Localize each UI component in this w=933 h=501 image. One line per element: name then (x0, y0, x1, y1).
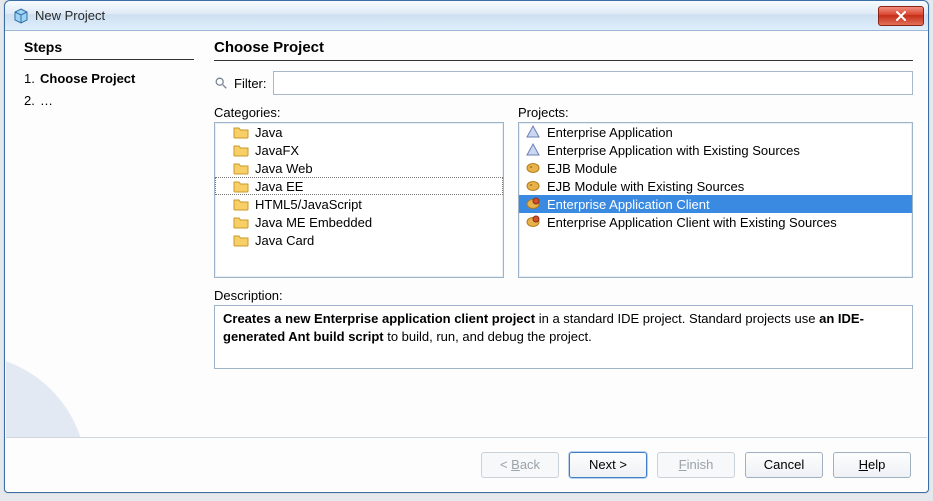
categories-listbox[interactable]: Java JavaFX Java Web Java EE HTML5/JavaScrip… (214, 122, 504, 278)
description-label: Description: (214, 288, 913, 303)
close-button[interactable] (878, 6, 924, 26)
category-label: Java Card (255, 233, 314, 248)
category-label: Java (255, 125, 282, 140)
category-item[interactable]: HTML5/JavaScript (215, 195, 503, 213)
steps-heading: Steps (24, 39, 194, 60)
button-bar: < Back Next > Finish Cancel Help (6, 437, 927, 491)
category-label: Java ME Embedded (255, 215, 372, 230)
project-label: Enterprise Application (547, 125, 673, 140)
folder-icon (233, 142, 249, 158)
description-box[interactable]: Creates a new Enterprise application cli… (214, 305, 913, 369)
enterprise-app-icon (525, 124, 541, 140)
help-button[interactable]: Help (833, 452, 911, 478)
project-label: EJB Module (547, 161, 617, 176)
project-item[interactable]: Enterprise Application Client (519, 195, 912, 213)
app-client-icon (525, 196, 541, 212)
project-label: Enterprise Application Client (547, 197, 710, 212)
steps-list: 1.Choose Project2.… (24, 68, 194, 112)
category-item[interactable]: JavaFX (215, 141, 503, 159)
main-panel: Choose Project Filter: Categories: JavaJ… (206, 31, 927, 437)
steps-panel: Steps 1.Choose Project2.… (6, 31, 206, 437)
filter-row: Filter: (214, 71, 913, 95)
titlebar[interactable]: New Project (5, 1, 928, 31)
category-item[interactable]: Java Card (215, 231, 503, 249)
category-label: JavaFX (255, 143, 299, 158)
close-icon (895, 10, 907, 22)
ejb-icon (525, 160, 541, 176)
category-label: Java EE (255, 179, 303, 194)
next-button[interactable]: Next > (569, 452, 647, 478)
app-cube-icon (13, 8, 29, 24)
project-label: EJB Module with Existing Sources (547, 179, 744, 194)
back-button: < Back (481, 452, 559, 478)
categories-label: Categories: (214, 105, 504, 120)
ejb-icon (525, 178, 541, 194)
project-item[interactable]: EJB Module (519, 159, 912, 177)
category-label: HTML5/JavaScript (255, 197, 362, 212)
project-item[interactable]: Enterprise Application with Existing Sou… (519, 141, 912, 159)
folder-icon (233, 160, 249, 176)
project-label: Enterprise Application Client with Exist… (547, 215, 837, 230)
app-client-icon (525, 214, 541, 230)
main-heading: Choose Project (214, 39, 913, 61)
category-item[interactable]: Java ME Embedded (215, 213, 503, 231)
folder-icon (233, 232, 249, 248)
folder-icon (233, 196, 249, 212)
projects-listbox[interactable]: Enterprise Application Enterprise Applica… (518, 122, 913, 278)
dialog-window: New Project Steps 1.Choose Project2.… Ch… (4, 0, 929, 493)
step-item: 1.Choose Project (24, 68, 194, 90)
folder-icon (233, 178, 249, 194)
project-item[interactable]: Enterprise Application (519, 123, 912, 141)
filter-input[interactable] (273, 71, 914, 95)
project-item[interactable]: EJB Module with Existing Sources (519, 177, 912, 195)
projects-label: Projects: (518, 105, 913, 120)
folder-icon (233, 124, 249, 140)
project-item[interactable]: Enterprise Application Client with Exist… (519, 213, 912, 231)
step-item: 2.… (24, 90, 194, 112)
enterprise-app-icon (525, 142, 541, 158)
dialog-body: Steps 1.Choose Project2.… Choose Project… (6, 31, 927, 491)
categories-column: Categories: Java JavaFX Java Web Java EE HTM… (214, 105, 504, 278)
category-item[interactable]: Java EE (215, 177, 503, 195)
category-item[interactable]: Java (215, 123, 503, 141)
filter-label: Filter: (234, 76, 267, 91)
title-text: New Project (35, 8, 878, 23)
category-item[interactable]: Java Web (215, 159, 503, 177)
finish-button: Finish (657, 452, 735, 478)
projects-column: Projects: Enterprise ApplicationEnterpri… (518, 105, 913, 278)
folder-icon (233, 214, 249, 230)
search-icon (214, 76, 228, 90)
cancel-button[interactable]: Cancel (745, 452, 823, 478)
project-label: Enterprise Application with Existing Sou… (547, 143, 800, 158)
category-label: Java Web (255, 161, 313, 176)
